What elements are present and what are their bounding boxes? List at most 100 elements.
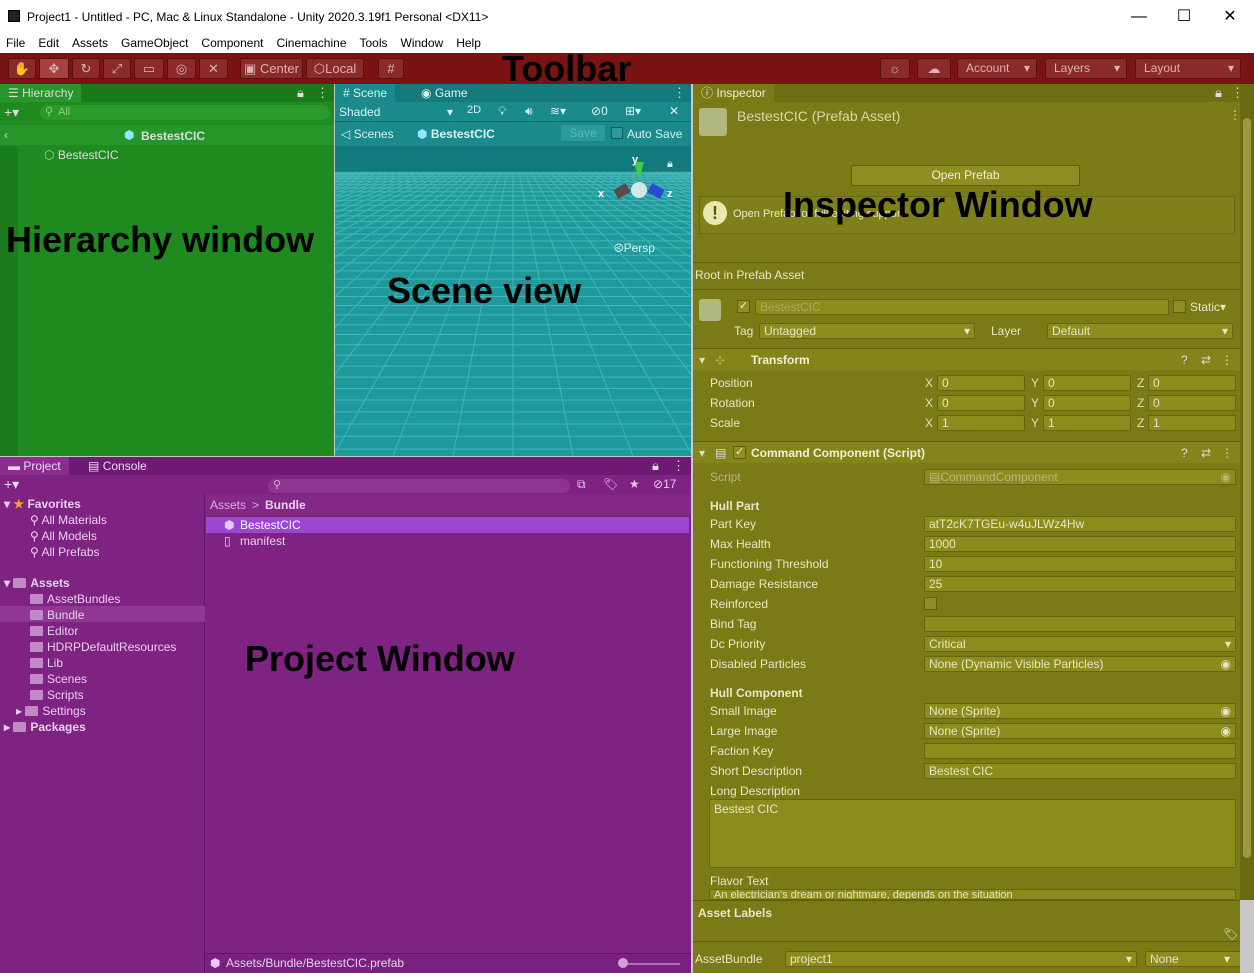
more-menu-icon[interactable]: ⋮ xyxy=(1221,446,1233,460)
active-checkbox[interactable]: ✓ xyxy=(737,300,750,313)
faction-key-field[interactable] xyxy=(924,743,1236,759)
breadcrumb-bundle[interactable]: Bundle xyxy=(265,498,306,512)
perspective-toggle[interactable]: ⧀Persp xyxy=(614,241,655,256)
help-icon[interactable]: ? xyxy=(1181,353,1188,367)
more-menu-icon[interactable]: ⋮ xyxy=(316,84,329,102)
menu-tools[interactable]: Tools xyxy=(360,33,388,53)
create-add-icon[interactable]: +▾ xyxy=(4,104,19,121)
pivot-local-button[interactable]: ⬡Local xyxy=(306,58,364,79)
breadcrumb-assets[interactable]: Assets xyxy=(210,498,246,512)
static-checkbox[interactable] xyxy=(1173,300,1186,313)
menu-gameobject[interactable]: GameObject xyxy=(121,33,188,53)
menu-assets[interactable]: Assets xyxy=(72,33,108,53)
create-add-icon[interactable]: +▾ xyxy=(4,476,19,493)
shading-dropdown[interactable]: Shaded ▾ xyxy=(339,105,453,119)
part-key-field[interactable]: atT2cK7TGEu-w4uJLWz4Hw xyxy=(924,516,1236,532)
minimize-button[interactable]: — xyxy=(1116,5,1162,29)
layer-dropdown[interactable]: Default ▾ xyxy=(1047,323,1233,339)
hand-tool-icon[interactable]: ✋ xyxy=(8,58,36,79)
more-menu-icon[interactable]: ⋮ xyxy=(1231,84,1240,102)
rotation-x-field[interactable]: 0 xyxy=(937,395,1025,411)
rotation-z-field[interactable]: 0 xyxy=(1148,395,1236,411)
functioning-threshold-field[interactable]: 10 xyxy=(924,556,1236,572)
cloud-icon[interactable]: ☁ xyxy=(917,58,951,79)
file-row[interactable]: ▯ manifest xyxy=(206,533,689,549)
assets-node[interactable]: ▾ Assets xyxy=(4,576,70,590)
menu-component[interactable]: Component xyxy=(201,33,263,53)
short-description-field[interactable]: Bestest CIC xyxy=(924,763,1236,779)
more-menu-icon[interactable]: ⋮ xyxy=(1221,353,1233,367)
transform-tool-icon[interactable]: ◎ xyxy=(167,58,196,79)
auto-save-checkbox[interactable] xyxy=(611,127,623,139)
prefab-breadcrumb[interactable]: ⬢ BestestCIC xyxy=(417,127,495,141)
folder-scenes[interactable]: Scenes xyxy=(30,672,87,686)
layout-dropdown[interactable]: Layout xyxy=(1135,58,1241,79)
scale-x-field[interactable]: 1 xyxy=(937,415,1025,431)
small-image-field[interactable]: None (Sprite) ◉ xyxy=(924,703,1236,719)
folder-scripts[interactable]: Scripts xyxy=(30,688,84,702)
tab-hierarchy[interactable]: ☰ Hierarchy xyxy=(0,84,82,102)
lightbulb-icon[interactable]: 💡︎ xyxy=(498,104,506,119)
component-enabled-checkbox[interactable]: ✓ xyxy=(733,446,746,459)
more-menu-icon[interactable]: ⋮ xyxy=(673,84,686,102)
icon-size-slider[interactable] xyxy=(620,963,680,965)
gizmo-lock-icon[interactable]: 🔒︎ xyxy=(667,158,673,171)
scale-tool-icon[interactable]: ⤢ xyxy=(103,58,131,79)
packages-node[interactable]: ▸ Packages xyxy=(4,720,86,734)
object-picker-icon[interactable]: ◉ xyxy=(1221,724,1231,738)
folder-assetbundles[interactable]: AssetBundles xyxy=(30,592,120,606)
more-menu-icon[interactable]: ⋮ xyxy=(672,457,685,475)
layers-dropdown[interactable]: Layers xyxy=(1045,58,1127,79)
object-picker-icon[interactable]: ◉ xyxy=(1221,704,1231,718)
command-component-header[interactable]: ▾ ▤ ✓ Command Component (Script) ? ⇄ ⋮ xyxy=(693,441,1240,463)
fav-all-models[interactable]: ⚲ All Models xyxy=(30,529,97,543)
tools-icon[interactable]: ✕ xyxy=(669,104,679,118)
favorite-star-icon[interactable]: ★ xyxy=(629,477,640,491)
max-health-field[interactable]: 1000 xyxy=(924,536,1236,552)
folder-settings[interactable]: ▸ Settings xyxy=(16,704,86,718)
object-name-field[interactable]: BestestCIC xyxy=(755,299,1169,315)
object-picker-icon[interactable]: ◉ xyxy=(1221,657,1231,671)
scenes-breadcrumb[interactable]: ◁ Scenes xyxy=(341,127,394,141)
menu-edit[interactable]: Edit xyxy=(38,33,59,53)
maximize-button[interactable]: ☐ xyxy=(1161,5,1207,29)
rotation-y-field[interactable]: 0 xyxy=(1043,395,1131,411)
large-image-field[interactable]: None (Sprite) ◉ xyxy=(924,723,1236,739)
assetbundle-dropdown[interactable]: project1 ▾ xyxy=(785,951,1137,967)
script-field[interactable]: ▤CommandComponent ◉ xyxy=(924,469,1236,485)
save-button[interactable]: Save xyxy=(561,125,605,141)
2d-toggle-button[interactable]: 2D xyxy=(459,104,489,120)
search-by-label-icon[interactable]: 🏷︎ xyxy=(603,477,618,491)
search-by-type-icon[interactable]: ⧉ xyxy=(577,477,586,492)
favorites-node[interactable]: ▾ ★ Favorites xyxy=(4,497,81,511)
lock-icon[interactable]: 🔒︎ xyxy=(297,84,304,102)
menu-file[interactable]: File xyxy=(6,33,25,53)
folder-bundle[interactable]: Bundle xyxy=(30,608,84,622)
account-dropdown[interactable]: Account xyxy=(957,58,1037,79)
lighting-icon[interactable]: ☼ xyxy=(880,58,910,79)
inspector-scroll-thumb[interactable] xyxy=(1243,118,1251,858)
scale-z-field[interactable]: 1 xyxy=(1148,415,1236,431)
dc-priority-dropdown[interactable]: Critical ▾ xyxy=(924,636,1236,652)
position-x-field[interactable]: 0 xyxy=(937,375,1025,391)
tab-project[interactable]: ▬ Project xyxy=(0,457,69,475)
grid-snap-icon[interactable]: # xyxy=(378,58,404,79)
fav-all-materials[interactable]: ⚲ All Materials xyxy=(30,513,107,527)
lock-icon[interactable]: 🔒︎ xyxy=(652,457,659,475)
file-row-selected[interactable]: ⬢ BestestCIC xyxy=(206,517,689,533)
grid-settings-icon[interactable]: ⊞▾ xyxy=(625,104,641,118)
rect-tool-icon[interactable]: ▭ xyxy=(134,58,164,79)
flavor-text-textarea[interactable]: An electrician's dream or nightmare, dep… xyxy=(709,889,1236,900)
disabled-particles-field[interactable]: None (Dynamic Visible Particles) ◉ xyxy=(924,656,1236,672)
project-search-input[interactable]: ⚲ xyxy=(268,479,570,493)
pivot-center-button[interactable]: ▣ Center xyxy=(240,58,303,79)
audio-icon[interactable]: 🔊︎ xyxy=(525,104,533,119)
preset-icon[interactable]: ⇄ xyxy=(1201,446,1211,460)
hidden-packages-icon[interactable]: ⊘17 xyxy=(653,477,676,491)
open-prefab-button[interactable]: Open Prefab xyxy=(851,165,1080,186)
inspector-scrollbar[interactable] xyxy=(1240,84,1254,900)
position-z-field[interactable]: 0 xyxy=(1148,375,1236,391)
fav-all-prefabs[interactable]: ⚲ All Prefabs xyxy=(30,545,100,559)
preset-icon[interactable]: ⇄ xyxy=(1201,353,1211,367)
bind-tag-field[interactable] xyxy=(924,616,1236,632)
